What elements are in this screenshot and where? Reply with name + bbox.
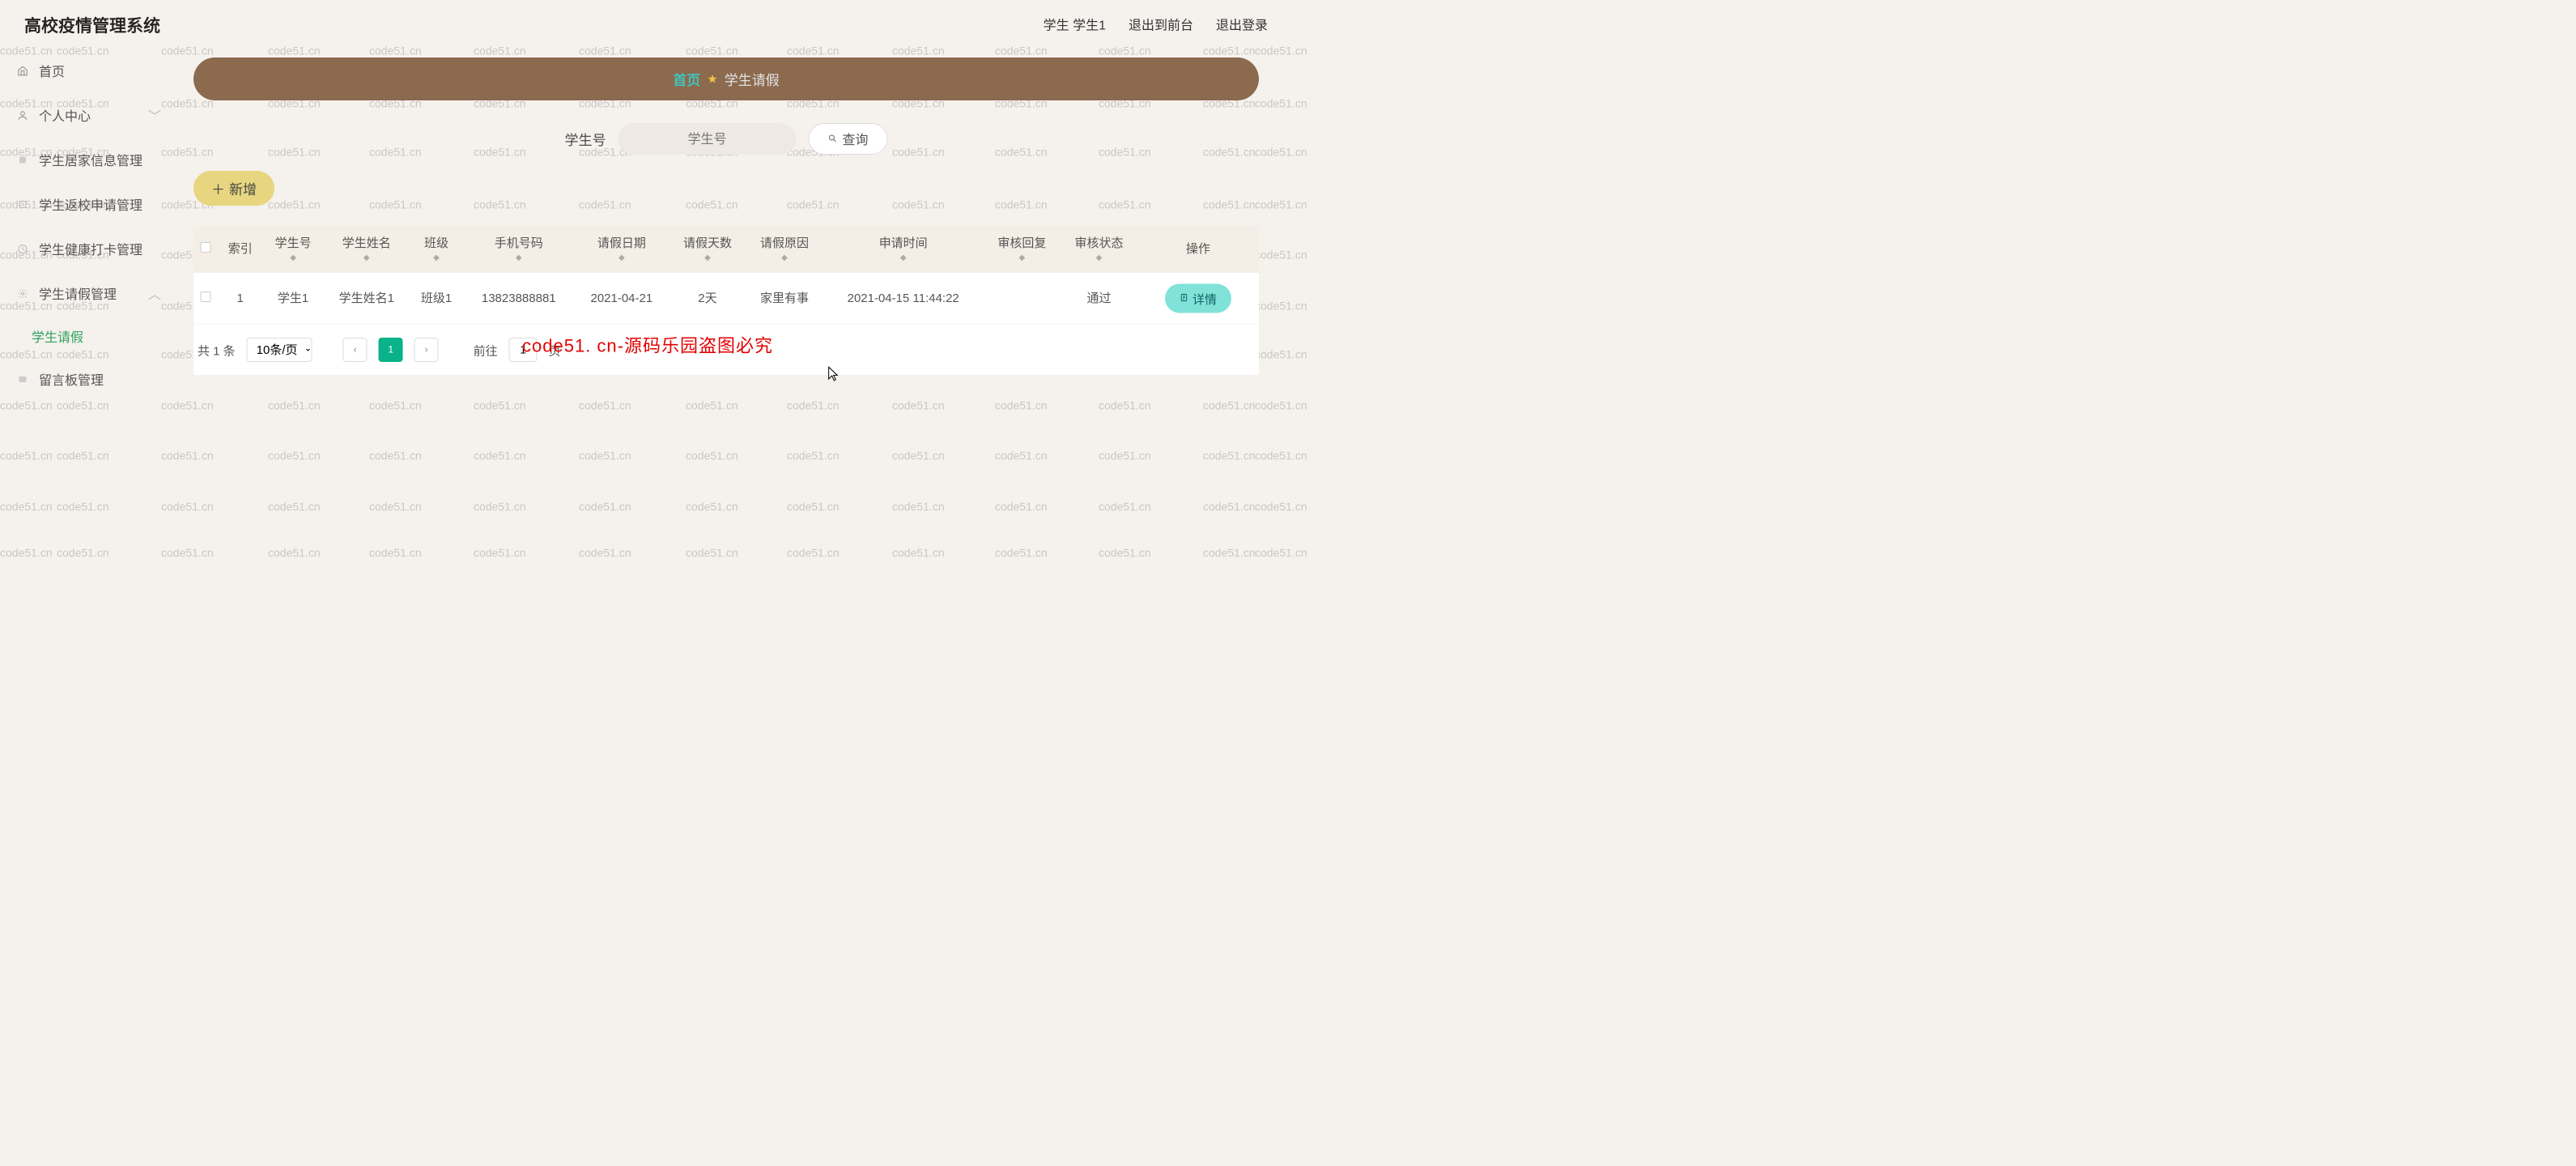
breadcrumb-current: 学生请假 (725, 69, 780, 89)
plus-icon: ＋ (211, 178, 225, 198)
th-review-reply[interactable]: 审核回复 (988, 235, 1056, 252)
sort-icon[interactable]: ◆ (468, 252, 569, 263)
sort-icon[interactable]: ◆ (674, 252, 741, 263)
detail-button-label: 详情 (1192, 290, 1217, 308)
doc-icon (1180, 292, 1188, 305)
cell-student-no: 学生1 (262, 272, 323, 325)
prev-page-button[interactable]: ‹ (343, 338, 368, 362)
cell-leave-date: 2021-04-21 (574, 272, 669, 325)
sidebar-home-info-label: 学生居家信息管理 (39, 151, 142, 169)
user-icon (16, 109, 29, 122)
cell-review-status: 通过 (1061, 272, 1137, 325)
th-phone[interactable]: 手机号码 (468, 235, 569, 252)
sidebar-item-personal[interactable]: 个人中心 ﹀ (0, 93, 173, 138)
search-row: 学生号 查询 (193, 123, 1259, 155)
goto-label: 前往 (474, 341, 498, 359)
page-size-select[interactable]: 10条/页 (247, 338, 312, 362)
next-page-button[interactable]: › (414, 338, 439, 362)
sidebar-item-home[interactable]: 首页 (0, 49, 173, 93)
breadcrumb-home[interactable]: 首页 (673, 69, 700, 89)
sidebar-message-board-label: 留言板管理 (39, 370, 104, 389)
search-input[interactable] (618, 123, 796, 155)
th-leave-reason[interactable]: 请假原因 (750, 235, 818, 252)
sidebar-leave-mgmt-label: 学生请假管理 (39, 284, 117, 303)
add-button-label: 新增 (229, 178, 257, 198)
sidebar-item-leave-mgmt[interactable]: 学生请假管理 ︿ (0, 271, 173, 316)
app-title: 高校疫情管理系统 (24, 12, 160, 37)
search-icon (827, 131, 837, 147)
user-label[interactable]: 学生 学生1 (1044, 15, 1106, 34)
logout-link[interactable]: 退出登录 (1216, 15, 1268, 34)
sidebar-home-label: 首页 (39, 62, 65, 80)
sort-icon[interactable]: ◆ (267, 252, 318, 263)
cell-index: 1 (218, 272, 262, 325)
cell-apply-time: 2021-04-15 11:44:22 (823, 272, 984, 325)
star-icon: ★ (707, 72, 717, 87)
sidebar-item-message-board[interactable]: 留言板管理 (0, 357, 173, 402)
sort-icon[interactable]: ◆ (988, 252, 1056, 263)
th-class[interactable]: 班级 (414, 235, 458, 252)
main-content: 首页 ★ 学生请假 学生号 查询 ＋ 新增 索引 (173, 49, 1288, 583)
sidebar-subitem-leave[interactable]: 学生请假 (0, 316, 173, 357)
sort-icon[interactable]: ◆ (1065, 252, 1133, 263)
search-button-label: 查询 (842, 130, 868, 148)
home-icon (16, 65, 29, 78)
th-action: 操作 (1142, 240, 1254, 257)
detail-button[interactable]: 详情 (1165, 284, 1231, 313)
th-student-name[interactable]: 学生姓名 (329, 235, 405, 252)
square-outline-icon (16, 198, 29, 211)
sidebar-return-apply-label: 学生返校申请管理 (39, 195, 142, 214)
sort-icon[interactable]: ◆ (750, 252, 818, 263)
topbar-right: 学生 学生1 退出到前台 退出登录 (1044, 15, 1268, 34)
sort-icon[interactable]: ◆ (579, 252, 664, 263)
th-student-no[interactable]: 学生号 (267, 235, 318, 252)
add-button[interactable]: ＋ 新增 (193, 171, 274, 206)
goto-page-input[interactable] (509, 338, 538, 362)
page-number-current[interactable]: 1 (379, 338, 403, 362)
message-icon (16, 373, 29, 386)
chevron-down-icon: ﹀ (148, 106, 161, 125)
pagination: 共 1 条 10条/页 ‹ 1 › 前往 页 (193, 325, 1259, 375)
chevron-up-icon: ︿ (148, 284, 161, 303)
clock-icon (16, 243, 29, 256)
cell-leave-reason: 家里有事 (746, 272, 823, 325)
cell-review-reply (984, 272, 1061, 325)
select-all-checkbox[interactable] (201, 242, 211, 253)
gear-icon (16, 287, 29, 300)
th-leave-date[interactable]: 请假日期 (579, 235, 664, 252)
search-label: 学生号 (564, 129, 606, 149)
table-header-row: 索引 学生号◆ 学生姓名◆ 班级◆ 手机号码◆ 请假日期◆ 请假天数◆ 请假原因… (193, 226, 1259, 272)
cell-student-name: 学生姓名1 (324, 272, 410, 325)
th-index[interactable]: 索引 (223, 240, 257, 257)
row-checkbox[interactable] (201, 292, 211, 302)
table-row: 1 学生1 学生姓名1 班级1 13823888881 2021-04-21 2… (193, 272, 1259, 325)
sidebar: 首页 个人中心 ﹀ 学生居家信息管理 学生返校申请管理 学生健康打卡管理 学生请… (0, 49, 173, 583)
search-button[interactable]: 查询 (808, 123, 887, 155)
pagination-total: 共 1 条 (198, 341, 236, 359)
cell-phone: 13823888881 (463, 272, 574, 325)
cell-leave-days: 2天 (669, 272, 746, 325)
sidebar-health-label: 学生健康打卡管理 (39, 240, 142, 258)
th-leave-days[interactable]: 请假天数 (674, 235, 741, 252)
th-review-status[interactable]: 审核状态 (1065, 235, 1133, 252)
square-icon (16, 154, 29, 167)
th-apply-time[interactable]: 申请时间 (828, 235, 979, 252)
sidebar-item-health[interactable]: 学生健康打卡管理 (0, 227, 173, 271)
topbar: 高校疫情管理系统 学生 学生1 退出到前台 退出登录 (0, 0, 1288, 49)
sort-icon[interactable]: ◆ (329, 252, 405, 263)
sort-icon[interactable]: ◆ (414, 252, 458, 263)
page-suffix: 页 (549, 341, 561, 359)
sidebar-item-home-info[interactable]: 学生居家信息管理 (0, 138, 173, 182)
sidebar-item-return-apply[interactable]: 学生返校申请管理 (0, 182, 173, 227)
breadcrumb: 首页 ★ 学生请假 (193, 57, 1259, 100)
back-to-front-link[interactable]: 退出到前台 (1129, 15, 1193, 34)
sidebar-personal-label: 个人中心 (39, 106, 91, 125)
data-table: 索引 学生号◆ 学生姓名◆ 班级◆ 手机号码◆ 请假日期◆ 请假天数◆ 请假原因… (193, 226, 1259, 375)
sort-icon[interactable]: ◆ (828, 252, 979, 263)
cell-class: 班级1 (410, 272, 463, 325)
